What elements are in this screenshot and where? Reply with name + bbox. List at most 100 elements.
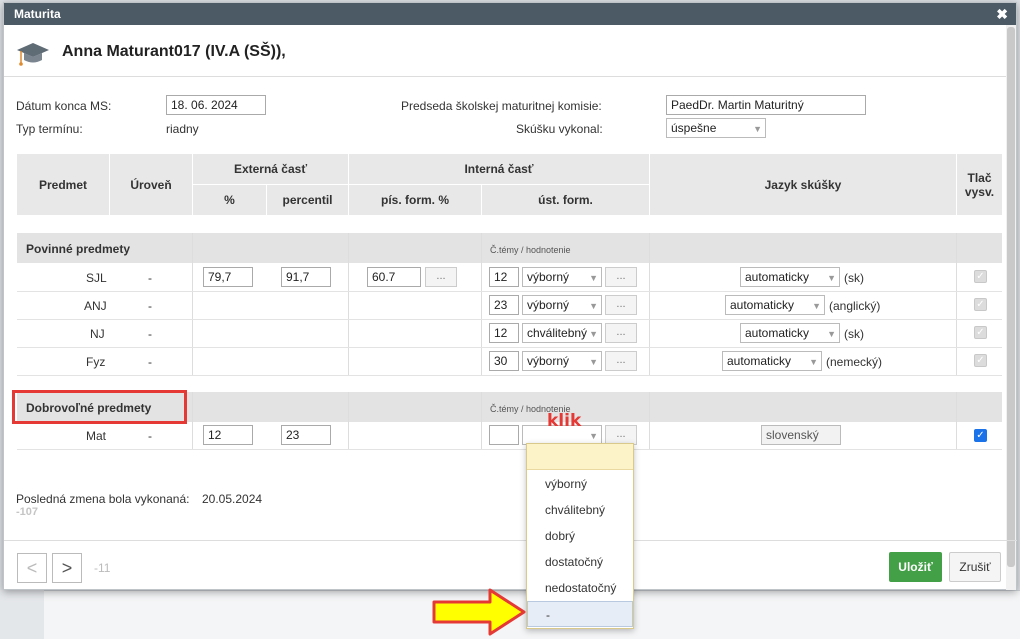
prev-button[interactable]: <	[17, 553, 47, 583]
dropdown-option[interactable]: dobrý	[527, 523, 633, 549]
dropdown-option[interactable]: dostatočný	[527, 549, 633, 575]
last-change-code: -107	[16, 506, 39, 518]
row-sjl-grade-value: výborný	[527, 270, 570, 284]
cancel-button[interactable]: Zrušiť	[949, 552, 1001, 582]
maturita-dialog: Maturita ✖ Anna Maturant017 (IV.A (SŠ)),…	[3, 2, 1017, 590]
row-nj-subject: NJ	[90, 327, 105, 341]
row-divider	[17, 347, 1002, 348]
row-anj-language-select[interactable]: automaticky ▼	[725, 295, 825, 315]
row-mat-percent-input[interactable]: 12	[203, 425, 253, 445]
row-sjl-language-select[interactable]: automaticky ▼	[740, 267, 840, 287]
row-anj-print-checkbox[interactable]: ✓	[974, 298, 987, 311]
end-date-label: Dátum konca MS:	[16, 99, 112, 113]
dropdown-option[interactable]: nedostatočný	[527, 575, 633, 601]
row-nj-grade-value: chválitebný	[527, 326, 588, 340]
close-icon[interactable]: ✖	[996, 3, 1008, 25]
graduation-cap-icon	[17, 43, 49, 66]
row-nj-language-select[interactable]: automaticky ▼	[740, 323, 840, 343]
row-nj-oral-more-button[interactable]: ...	[605, 323, 637, 343]
dialog-scrollbar[interactable]	[1006, 25, 1016, 590]
term-type-label: Typ termínu:	[16, 122, 83, 136]
row-anj-grade-select[interactable]: výborný ▼	[522, 295, 602, 315]
row-anj-oral-more-button[interactable]: ...	[605, 295, 637, 315]
col-written: pís. form. %	[349, 185, 481, 215]
row-anj-language-note: (anglický)	[829, 299, 881, 313]
student-name: Anna Maturant017 (IV.A (SŠ)),	[62, 43, 286, 60]
col-language: Jazyk skúšky	[650, 154, 956, 215]
row-sjl-language-note: (sk)	[844, 271, 864, 285]
row-nj-language-note: (sk)	[844, 327, 864, 341]
row-fyz-grade-select[interactable]: výborný ▼	[522, 351, 602, 371]
row-nj-grade-select[interactable]: chválitebný ▼	[522, 323, 602, 343]
row-fyz-language-value: automaticky	[727, 354, 792, 368]
row-fyz-grade-value: výborný	[527, 354, 570, 368]
last-change-value: 20.05.2024	[202, 492, 263, 506]
scrollbar-thumb[interactable]	[1007, 27, 1015, 567]
row-sjl-percentile-input[interactable]: 91,7	[281, 267, 331, 287]
row-nj-language-value: automaticky	[745, 326, 810, 340]
row-nj-print-checkbox[interactable]: ✓	[974, 326, 987, 339]
highlight-box	[12, 390, 187, 424]
col-percentile: percentil	[267, 185, 348, 215]
chevron-down-icon: ▼	[589, 301, 598, 311]
row-mat-percentile-input[interactable]: 23	[281, 425, 331, 445]
row-anj-topic-input[interactable]: 23	[489, 295, 519, 315]
col-external: Externá časť	[193, 154, 348, 184]
row-mat-oral-more-button[interactable]: ...	[605, 425, 637, 445]
row-sjl-percent-input[interactable]: 79,7	[203, 267, 253, 287]
row-fyz-language-select[interactable]: automaticky ▼	[722, 351, 822, 371]
save-button[interactable]: Uložiť	[889, 552, 942, 582]
dialog-footer: < > -11 Uložiť Zrušiť	[4, 540, 1017, 590]
row-sjl-oral-more-button[interactable]: ...	[605, 267, 637, 287]
col-internal: Interná časť	[349, 154, 649, 184]
col-percent: %	[193, 185, 266, 215]
row-divider	[17, 291, 1002, 292]
row-anj-subject: ANJ	[84, 299, 107, 313]
row-divider	[17, 319, 1002, 320]
passed-label: Skúšku vykonal:	[516, 122, 603, 136]
row-sjl-print-checkbox[interactable]: ✓	[974, 270, 987, 283]
chair-label: Predseda školskej maturitnej komisie:	[401, 99, 602, 113]
chair-input[interactable]: PaedDr. Martin Maturitný	[666, 95, 866, 115]
dropdown-option[interactable]: výborný	[527, 471, 633, 497]
col-separator	[348, 233, 349, 376]
chevron-down-icon: ▼	[812, 301, 821, 311]
row-fyz-oral-more-button[interactable]: ...	[605, 351, 637, 371]
row-divider	[17, 375, 1002, 376]
col-separator	[348, 392, 349, 450]
end-date-input[interactable]: 18. 06. 2024	[166, 95, 266, 115]
dropdown-option[interactable]: chválitebný	[527, 497, 633, 523]
col-level: Úroveň	[110, 154, 192, 215]
col-separator	[956, 233, 957, 376]
chevron-down-icon: ▼	[589, 431, 598, 441]
col-subject: Predmet	[17, 154, 109, 215]
row-sjl-written-input[interactable]: 60.7	[367, 267, 421, 287]
row-sjl-topic-input[interactable]: 12	[489, 267, 519, 287]
passed-select-value: úspešne	[671, 121, 717, 135]
row-fyz-language-note: (nemecký)	[826, 355, 883, 369]
passed-select[interactable]: úspešne ▼	[666, 118, 766, 138]
dropdown-option-dash[interactable]: -	[527, 601, 633, 627]
chevron-down-icon: ▼	[809, 357, 818, 367]
col-separator	[481, 392, 482, 450]
col-separator	[192, 233, 193, 376]
row-anj-language-value: automaticky	[730, 298, 795, 312]
col-print: Tlač vysv.	[957, 154, 1002, 215]
dropdown-option-empty[interactable]	[527, 444, 633, 470]
grade-dropdown-list[interactable]: výborný chválitebný dobrý dostatočný ned…	[526, 443, 634, 629]
arrow-annotation-icon	[432, 588, 526, 636]
row-nj-topic-input[interactable]: 12	[489, 323, 519, 343]
row-mat-language-field: slovenský	[761, 425, 841, 445]
row-sjl-written-more-button[interactable]: ...	[425, 267, 457, 287]
row-fyz-print-checkbox[interactable]: ✓	[974, 354, 987, 367]
col-separator	[192, 392, 193, 450]
klik-annotation: klik	[547, 411, 582, 431]
dialog-title: Maturita	[14, 7, 61, 21]
row-mat-topic-input[interactable]	[489, 425, 519, 445]
row-sjl-grade-select[interactable]: výborný ▼	[522, 267, 602, 287]
row-fyz-topic-input[interactable]: 30	[489, 351, 519, 371]
next-button[interactable]: >	[52, 553, 82, 583]
row-mat-print-checkbox[interactable]: ✓	[974, 429, 987, 442]
chevron-down-icon: ▼	[827, 273, 836, 283]
last-change-label: Posledná zmena bola vykonaná:	[16, 492, 190, 506]
